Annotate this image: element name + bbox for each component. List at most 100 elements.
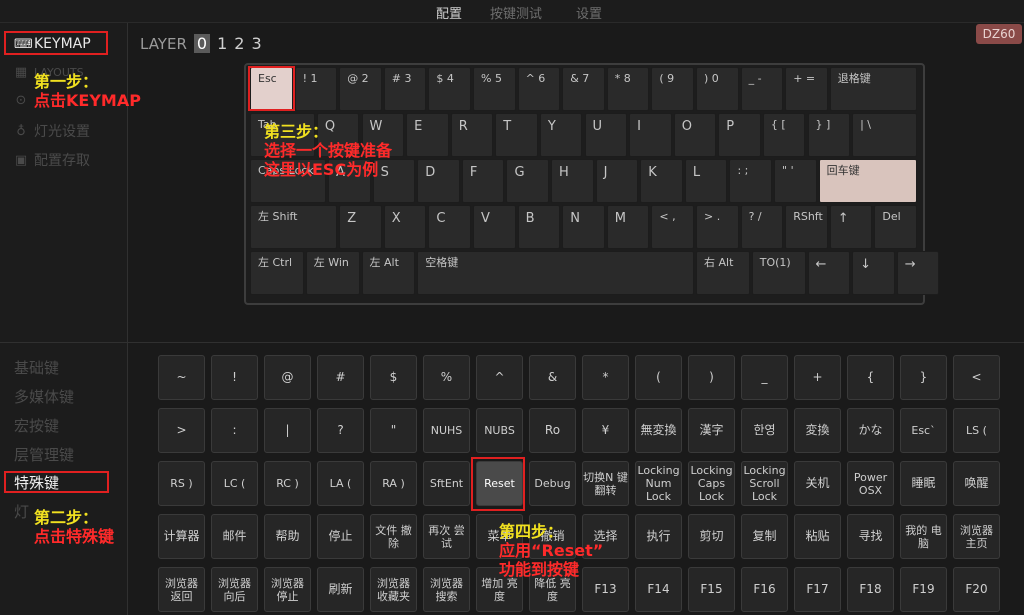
key[interactable]: 回车键 <box>818 159 917 203</box>
special-key-option[interactable]: 刷新 <box>317 567 364 612</box>
special-key-option[interactable]: Esc` <box>900 408 947 453</box>
key[interactable]: RShft <box>785 205 828 249</box>
key[interactable]: < , <box>651 205 694 249</box>
layer-0[interactable]: 0 <box>193 34 211 53</box>
key[interactable]: 右 Alt <box>696 251 750 295</box>
special-key-option[interactable]: > <box>158 408 205 453</box>
key[interactable]: 左 Shift <box>250 205 338 249</box>
special-key-option[interactable]: LC ( <box>211 461 258 506</box>
special-key-option[interactable]: ? <box>317 408 364 453</box>
key[interactable]: P <box>718 113 761 157</box>
key[interactable]: | \ <box>852 113 917 157</box>
category-basic-keys[interactable]: 基础键 <box>14 357 59 378</box>
special-key-option[interactable]: Debug <box>529 461 576 506</box>
key[interactable]: # 3 <box>383 67 427 111</box>
special-key-option[interactable]: _ <box>741 355 788 400</box>
key[interactable]: * 8 <box>606 67 650 111</box>
special-key-option[interactable]: RC ) <box>264 461 311 506</box>
special-key-option[interactable]: SftEnt <box>423 461 470 506</box>
tab-settings[interactable]: 设置 <box>576 3 602 22</box>
key[interactable]: ? / <box>740 205 784 249</box>
key[interactable]: G <box>506 159 550 203</box>
special-key-option[interactable]: 再次 尝试 <box>423 514 470 559</box>
key[interactable]: ↓ <box>852 251 895 295</box>
layer-1[interactable]: 1 <box>217 34 227 53</box>
key[interactable]: ( 9 <box>651 67 694 111</box>
key[interactable]: V <box>473 205 516 249</box>
key[interactable]: 退格键 <box>829 67 917 111</box>
key[interactable]: 左 Win <box>305 251 360 295</box>
key[interactable]: : ; <box>729 159 773 203</box>
special-key-option[interactable]: LS ( <box>953 408 1000 453</box>
special-key-option[interactable]: 浏览器 收藏夹 <box>370 567 417 612</box>
key[interactable]: } ] <box>807 113 851 157</box>
special-key-option[interactable]: 粘贴 <box>794 514 841 559</box>
special-key-option[interactable]: かな <box>847 408 894 453</box>
special-key-option[interactable]: 한영 <box>741 408 788 453</box>
tab-config[interactable]: 配置 <box>436 3 462 22</box>
key[interactable]: ← <box>807 251 851 295</box>
special-key-option[interactable]: 计算器 <box>158 514 205 559</box>
sidebar-item-lighting[interactable]: ♁ 灯光设置 <box>14 121 90 141</box>
key[interactable]: ^ 6 <box>517 67 561 111</box>
special-key-option[interactable]: RA ) <box>370 461 417 506</box>
special-key-option[interactable]: 浏览器 返回 <box>158 567 205 612</box>
category-media-keys[interactable]: 多媒体键 <box>14 386 74 407</box>
special-key-option[interactable]: ¥ <box>582 408 629 453</box>
key[interactable]: D <box>417 159 460 203</box>
special-key-option[interactable]: < <box>953 355 1000 400</box>
key[interactable]: + = <box>785 67 828 111</box>
key[interactable]: J <box>595 159 639 203</box>
category-macro-keys[interactable]: 宏按键 <box>14 415 59 436</box>
special-key-option[interactable]: ! <box>211 355 258 400</box>
key[interactable]: Y <box>539 113 583 157</box>
special-key-option[interactable]: 漢字 <box>688 408 735 453</box>
special-key-option[interactable]: 唤醒 <box>953 461 1000 506</box>
key[interactable]: 空格键 <box>417 251 694 295</box>
special-key-option[interactable]: Locking Num Lock <box>635 461 682 506</box>
special-key-option[interactable]: ~ <box>158 355 205 400</box>
special-key-option[interactable]: NUBS <box>476 408 523 453</box>
special-key-option[interactable]: F17 <box>794 567 841 612</box>
key[interactable]: E <box>406 113 449 157</box>
special-key-option[interactable]: $ <box>370 355 417 400</box>
special-key-option[interactable]: 浏览器 停止 <box>264 567 311 612</box>
layer-2[interactable]: 2 <box>234 34 244 53</box>
special-key-option[interactable]: NUHS <box>423 408 470 453</box>
special-key-option[interactable]: 浏览器 向后 <box>211 567 258 612</box>
special-key-option[interactable]: Ro <box>529 408 576 453</box>
special-key-option[interactable]: 浏览器 主页 <box>953 514 1000 559</box>
special-key-option[interactable]: 浏览器 搜索 <box>423 567 470 612</box>
special-key-option[interactable]: Locking Caps Lock <box>688 461 735 506</box>
special-key-option[interactable]: 帮助 <box>264 514 311 559</box>
special-key-option[interactable]: | <box>264 408 311 453</box>
sidebar-item-save-config[interactable]: ▣ 配置存取 <box>14 150 90 170</box>
special-key-option[interactable]: F16 <box>741 567 788 612</box>
special-key-option[interactable]: F15 <box>688 567 735 612</box>
key[interactable]: M <box>606 205 650 249</box>
special-key-option[interactable]: Locking Scroll Lock <box>741 461 788 506</box>
category-layer-keys[interactable]: 层管理键 <box>14 444 74 465</box>
key[interactable]: 左 Ctrl <box>250 251 304 295</box>
special-key-option[interactable]: 剪切 <box>688 514 735 559</box>
special-key-option[interactable]: * <box>582 355 629 400</box>
key[interactable]: ! 1 <box>294 67 338 111</box>
sidebar-item-macro[interactable]: ⊙ <box>14 93 28 108</box>
special-key-option[interactable]: RS ) <box>158 461 205 506</box>
category-lighting-keys[interactable]: 灯 <box>14 501 29 522</box>
key[interactable]: F <box>461 159 505 203</box>
special-key-option[interactable]: F19 <box>900 567 947 612</box>
special-key-option[interactable]: # <box>317 355 364 400</box>
key[interactable]: @ 2 <box>339 67 382 111</box>
key[interactable]: & 7 <box>562 67 605 111</box>
special-key-option[interactable]: Power OSX <box>847 461 894 506</box>
special-key-option[interactable]: 我的 电脑 <box>900 514 947 559</box>
key[interactable]: I <box>629 113 672 157</box>
special-key-option[interactable]: F14 <box>635 567 682 612</box>
special-key-option[interactable]: ) <box>688 355 735 400</box>
special-key-option[interactable]: & <box>529 355 576 400</box>
special-key-option[interactable]: 変換 <box>794 408 841 453</box>
special-key-option[interactable]: % <box>423 355 470 400</box>
key[interactable]: R <box>450 113 494 157</box>
key[interactable]: N <box>562 205 605 249</box>
